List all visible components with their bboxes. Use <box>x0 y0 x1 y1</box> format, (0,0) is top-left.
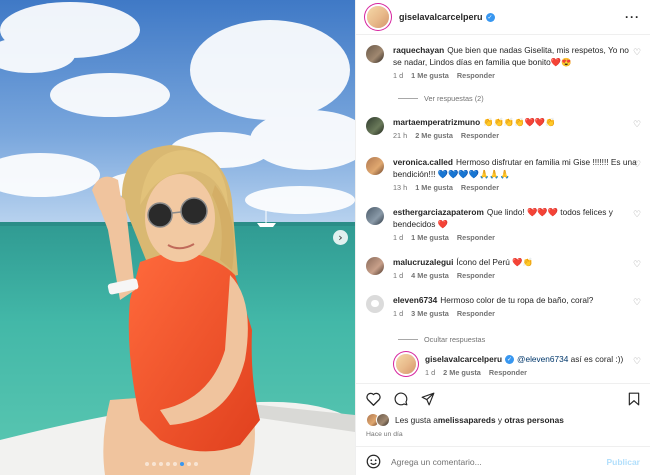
reply-mention[interactable]: @eleven6734 <box>517 354 568 364</box>
carousel-dot <box>173 462 177 466</box>
comment-username[interactable]: malucruzalegui <box>393 257 453 267</box>
replies-line-divider <box>398 339 418 340</box>
likes-prefix: Les gusta a <box>395 415 438 425</box>
comment-text: Ícono del Perú ❤️👏 <box>456 257 533 267</box>
carousel-dot <box>145 462 149 466</box>
comment-time[interactable]: 1 d <box>393 271 403 280</box>
comments-list: raquechayan Que bien que nadas Giselita, … <box>356 36 650 383</box>
add-comment-bar: Publicar <box>356 446 650 475</box>
comment-item: martaemperatrizmuno 👏👏👏👏❤️❤️👏 21 h 2 Me gu… <box>366 116 642 140</box>
verified-badge-icon: ✓ <box>485 12 495 22</box>
carousel-dot <box>187 462 191 466</box>
reply-button[interactable]: Responder <box>461 183 499 192</box>
comment-likes-count[interactable]: 1 Me gusta <box>415 183 453 192</box>
reply-text: así es coral :)) <box>568 354 624 364</box>
more-options-icon[interactable]: ··· <box>625 10 640 24</box>
comment-username[interactable]: raquechayan <box>393 45 444 55</box>
reply-item: giselavalcarcelperu ✓ @eleven6734 así es c… <box>396 353 642 377</box>
comment-time[interactable]: 21 h <box>393 131 407 140</box>
reply-button[interactable]: Responder <box>457 309 495 318</box>
hide-replies-button[interactable]: Ocultar respuestas <box>398 335 485 344</box>
comment-likes-count[interactable]: 1 Me gusta <box>411 233 449 242</box>
commenter-avatar[interactable] <box>366 257 384 275</box>
commenter-avatar[interactable] <box>366 157 384 175</box>
commenter-avatar[interactable] <box>366 207 384 225</box>
reply-time[interactable]: 1 d <box>425 368 435 377</box>
comment-likes-count[interactable]: 4 Me gusta <box>411 271 449 280</box>
carousel-next-button[interactable]: › <box>333 230 348 245</box>
reply-author-avatar[interactable] <box>396 354 416 374</box>
comment-username[interactable]: veronica.called <box>393 157 453 167</box>
likes-others-link[interactable]: otras personas <box>504 415 563 425</box>
carousel-dot <box>180 462 184 466</box>
like-comment-heart-icon[interactable]: ♡ <box>633 299 642 308</box>
emoji-icon[interactable] <box>366 454 381 469</box>
like-heart-icon[interactable] <box>366 392 381 406</box>
comment-item: raquechayan Que bien que nadas Giselita, … <box>366 44 642 80</box>
comment-likes-count[interactable]: 3 Me gusta <box>411 309 449 318</box>
commenter-avatar[interactable] <box>366 45 384 63</box>
comment-item: eleven6734 Hermoso color de tu ropa de ba… <box>366 294 642 318</box>
carousel-dots <box>145 462 198 466</box>
reply-button[interactable]: Responder <box>461 131 499 140</box>
save-bookmark-icon[interactable] <box>628 392 640 406</box>
carousel-dot <box>152 462 156 466</box>
author-username[interactable]: giselavalcarcelperu <box>399 12 483 22</box>
post-actions: Les gusta a melissapareds y otras person… <box>356 383 650 475</box>
comment-time[interactable]: 1 d <box>393 233 403 242</box>
comment-username[interactable]: eleven6734 <box>393 295 437 305</box>
beach-photo <box>0 0 355 475</box>
comment-item: veronica.called Hermoso disfrutar en fami… <box>366 156 642 192</box>
author-avatar[interactable] <box>367 6 389 28</box>
carousel-dot <box>166 462 170 466</box>
comment-likes-count[interactable]: 1 Me gusta <box>411 71 449 80</box>
liker-username[interactable]: melissapareds <box>438 415 496 425</box>
commenter-avatar[interactable] <box>366 295 384 313</box>
post-header: giselavalcarcelperu ✓ ··· <box>356 0 650 35</box>
comment-item: malucruzalegui Ícono del Perú ❤️👏 1 d 4 Me… <box>366 256 642 280</box>
share-send-icon[interactable] <box>421 392 435 406</box>
like-comment-heart-icon[interactable]: ♡ <box>633 121 642 130</box>
like-comment-heart-icon[interactable]: ♡ <box>633 261 642 270</box>
comment-likes-count[interactable]: 2 Me gusta <box>415 131 453 140</box>
carousel-dot <box>194 462 198 466</box>
likes-suffix: y <box>495 415 505 425</box>
comment-time[interactable]: 13 h <box>393 183 407 192</box>
verified-badge-icon: ✓ <box>505 355 515 365</box>
like-reply-heart-icon[interactable]: ♡ <box>633 358 642 367</box>
post-image: › <box>0 0 355 475</box>
reply-button[interactable]: Responder <box>457 271 495 280</box>
comment-input[interactable] <box>391 456 607 467</box>
comment-username[interactable]: martaemperatrizmuno <box>393 117 480 127</box>
comment-bubble-icon[interactable] <box>394 392 408 406</box>
view-replies-button[interactable]: Ver respuestas (2) <box>398 94 484 103</box>
reply-button[interactable]: Responder <box>457 233 495 242</box>
comment-username[interactable]: esthergarciazapaterom <box>393 207 484 217</box>
reply-username[interactable]: giselavalcarcelperu <box>425 354 502 364</box>
comment-text: Hermoso color de tu ropa de baño, coral? <box>440 295 594 305</box>
view-replies-label[interactable]: Ver respuestas (2) <box>424 94 484 103</box>
comment-item: esthergarciazapaterom Que lindo! ❤️❤️❤️ t… <box>366 206 642 242</box>
reply-likes-count[interactable]: 2 Me gusta <box>443 368 481 377</box>
like-comment-heart-icon[interactable]: ♡ <box>633 161 642 170</box>
comment-time[interactable]: 1 d <box>393 309 403 318</box>
reply-button[interactable]: Responder <box>457 71 495 80</box>
post-time[interactable]: Hace un día <box>366 431 403 438</box>
likes-summary: Les gusta a melissapareds y otras person… <box>366 413 564 427</box>
reply-button[interactable]: Responder <box>489 368 527 377</box>
like-comment-heart-icon[interactable]: ♡ <box>633 49 642 58</box>
like-comment-heart-icon[interactable]: ♡ <box>633 211 642 220</box>
hide-replies-label[interactable]: Ocultar respuestas <box>424 335 485 344</box>
commenter-avatar[interactable] <box>366 117 384 135</box>
comment-time[interactable]: 1 d <box>393 71 403 80</box>
carousel-dot <box>159 462 163 466</box>
comment-text: 👏👏👏👏❤️❤️👏 <box>483 117 556 127</box>
publish-button[interactable]: Publicar <box>606 457 640 467</box>
post-panel: giselavalcarcelperu ✓ ··· raquechayan Que… <box>355 0 650 475</box>
liker-avatar <box>376 413 390 427</box>
replies-line-divider <box>398 98 418 99</box>
